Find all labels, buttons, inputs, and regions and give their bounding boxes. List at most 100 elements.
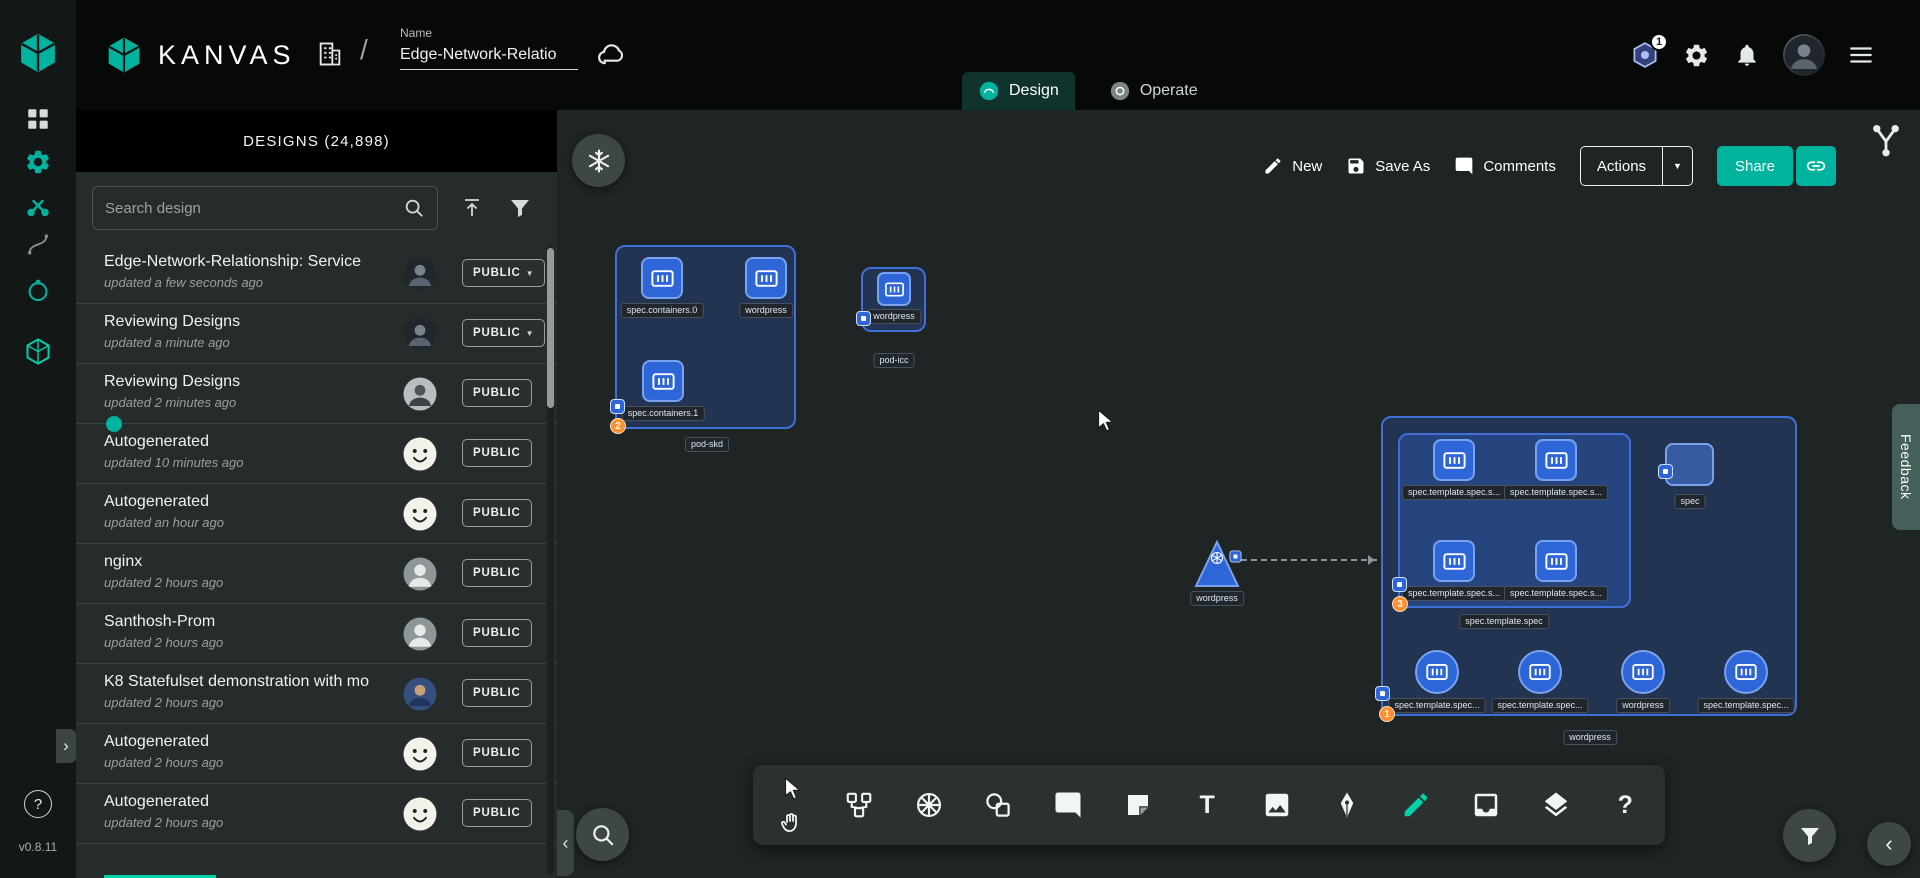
- visibility-badge[interactable]: PUBLIC▼: [462, 259, 545, 287]
- feedback-tab[interactable]: Feedback: [1892, 404, 1920, 530]
- design-list-item[interactable]: Autogenerated updated 2 hours ago PUBLIC: [76, 784, 557, 844]
- connections-nav-button[interactable]: [25, 277, 52, 304]
- search-input[interactable]: [105, 200, 395, 217]
- text-tool-button[interactable]: T: [1189, 787, 1225, 823]
- container-node[interactable]: [877, 272, 911, 306]
- node-label: wordpress: [1190, 591, 1244, 606]
- merge-branch-button[interactable]: [1869, 123, 1903, 160]
- menu-button[interactable]: [1846, 40, 1876, 70]
- visibility-badge[interactable]: PUBLIC▼: [462, 319, 545, 347]
- node-label: spec.template.spec.s...: [1402, 485, 1506, 500]
- scrollbar-track[interactable]: [547, 246, 554, 874]
- container-circle-node[interactable]: [1518, 650, 1562, 694]
- tab-design[interactable]: Design: [962, 72, 1075, 110]
- container-icon: [1527, 659, 1553, 685]
- component-source-button[interactable]: [572, 134, 625, 187]
- funnel-icon: [1798, 824, 1822, 848]
- container-node[interactable]: [1433, 439, 1475, 481]
- organization-icon[interactable]: [316, 40, 344, 68]
- kanvas-nav-button[interactable]: [24, 337, 53, 366]
- container-node[interactable]: [1433, 540, 1475, 582]
- container-node[interactable]: [1535, 540, 1577, 582]
- extensions-hexagon-icon[interactable]: 1: [1630, 40, 1660, 70]
- pan-tool-button[interactable]: [775, 806, 807, 838]
- design-name-field: Name: [400, 26, 578, 70]
- deployment-group-node[interactable]: spec.template.spec.s... spec.template.sp…: [1381, 416, 1797, 716]
- import-design-button[interactable]: [458, 194, 486, 222]
- components-tool-button[interactable]: [841, 787, 877, 823]
- design-list-item[interactable]: nginx updated 2 hours ago PUBLIC: [76, 544, 557, 604]
- image-icon: [1262, 790, 1292, 820]
- comments-button[interactable]: Comments: [1454, 156, 1556, 176]
- cloud-sync-icon[interactable]: [596, 40, 626, 70]
- collapse-dock-button[interactable]: ‹: [1867, 822, 1911, 866]
- design-list-item[interactable]: Santhosh-Prom updated 2 hours ago PUBLIC: [76, 604, 557, 664]
- image-tool-button[interactable]: [1259, 787, 1295, 823]
- template-group-node[interactable]: spec.template.spec.s... spec.template.sp…: [1398, 433, 1631, 608]
- design-list-item[interactable]: Autogenerated updated 10 minutes ago PUB…: [76, 424, 557, 484]
- group-label: pod-icc: [873, 353, 914, 368]
- toolbox-nav-button[interactable]: [25, 192, 52, 219]
- design-list-item[interactable]: Autogenerated updated 2 hours ago PUBLIC: [76, 724, 557, 784]
- upload-icon: [460, 196, 484, 220]
- pencil-tool-button[interactable]: [1398, 787, 1434, 823]
- drawer-inbox-icon: [1471, 790, 1501, 820]
- user-avatar[interactable]: [1783, 34, 1825, 76]
- design-canvas[interactable]: New Save As Comments Actions ▼ Share spe…: [557, 110, 1920, 878]
- settings-button[interactable]: [1681, 40, 1711, 70]
- actions-button[interactable]: Actions: [1581, 147, 1662, 185]
- actions-caret-button[interactable]: ▼: [1662, 147, 1692, 185]
- share-button[interactable]: Share: [1717, 146, 1793, 186]
- copy-link-button[interactable]: [1796, 146, 1836, 186]
- shapes-tool-button[interactable]: [980, 787, 1016, 823]
- dashboard-nav-button[interactable]: [25, 106, 51, 132]
- save-as-button[interactable]: Save As: [1346, 156, 1430, 176]
- collapse-sidebar-button[interactable]: ‹: [557, 810, 574, 876]
- help-tool-button[interactable]: ?: [1607, 787, 1643, 823]
- pod-group-node[interactable]: spec.containers.0 wordpress spec.contain…: [615, 245, 796, 429]
- design-list-item[interactable]: K8 Statefulset demonstration with mo upd…: [76, 664, 557, 724]
- container-circle-node[interactable]: [1621, 650, 1665, 694]
- filter-designs-button[interactable]: [506, 194, 534, 222]
- service-node[interactable]: wordpress: [1194, 539, 1240, 594]
- expand-rail-button[interactable]: ›: [56, 729, 76, 763]
- help-button[interactable]: ?: [24, 790, 52, 818]
- scrollbar-thumb[interactable]: [547, 248, 554, 408]
- crossed-tools-icon: [25, 192, 52, 219]
- container-node[interactable]: [642, 360, 684, 402]
- edge-service-to-deployment: [1241, 559, 1377, 561]
- filter-view-button[interactable]: [1783, 809, 1836, 862]
- layers-tool-button[interactable]: [1538, 787, 1574, 823]
- container-node[interactable]: [641, 257, 683, 299]
- design-list-item[interactable]: Reviewing Designs updated 2 minutes ago …: [76, 364, 557, 424]
- container-icon: [753, 265, 780, 292]
- design-name-input[interactable]: [400, 46, 578, 70]
- new-button[interactable]: New: [1263, 156, 1322, 176]
- design-list-item[interactable]: Edge-Network-Relationship: Service updat…: [76, 244, 557, 304]
- design-list-item[interactable]: Reviewing Designs updated a minute ago P…: [76, 304, 557, 364]
- brand: KANVAS: [104, 0, 296, 110]
- pen-tool-button[interactable]: [1329, 787, 1365, 823]
- kubernetes-tool-button[interactable]: [911, 787, 947, 823]
- lifecycle-nav-button[interactable]: [24, 148, 52, 176]
- container-node[interactable]: [1535, 439, 1577, 481]
- notifications-bell-button[interactable]: [1732, 40, 1762, 70]
- zoom-button[interactable]: [576, 808, 629, 861]
- container-circle-node[interactable]: [1724, 650, 1768, 694]
- tab-operate[interactable]: Operate: [1093, 72, 1214, 110]
- mode-tabs: Design Operate: [962, 72, 1214, 110]
- configuration-nav-button[interactable]: [26, 232, 51, 257]
- filter-funnel-icon: [508, 196, 532, 220]
- count-badge: 2: [610, 418, 626, 434]
- note-tool-button[interactable]: [1120, 787, 1156, 823]
- kanvas-home-logo[interactable]: [16, 31, 60, 75]
- comment-tool-button[interactable]: [1050, 787, 1086, 823]
- spec-node[interactable]: [1665, 443, 1714, 486]
- select-tool-button[interactable]: [775, 772, 807, 804]
- drawer-tool-button[interactable]: [1468, 787, 1504, 823]
- container-circle-node[interactable]: [1415, 650, 1459, 694]
- pod-single-node[interactable]: wordpress pod-icc: [861, 267, 926, 332]
- chevron-down-icon: ▼: [526, 269, 535, 278]
- design-list-item[interactable]: Autogenerated updated an hour ago PUBLIC: [76, 484, 557, 544]
- container-node[interactable]: [745, 257, 787, 299]
